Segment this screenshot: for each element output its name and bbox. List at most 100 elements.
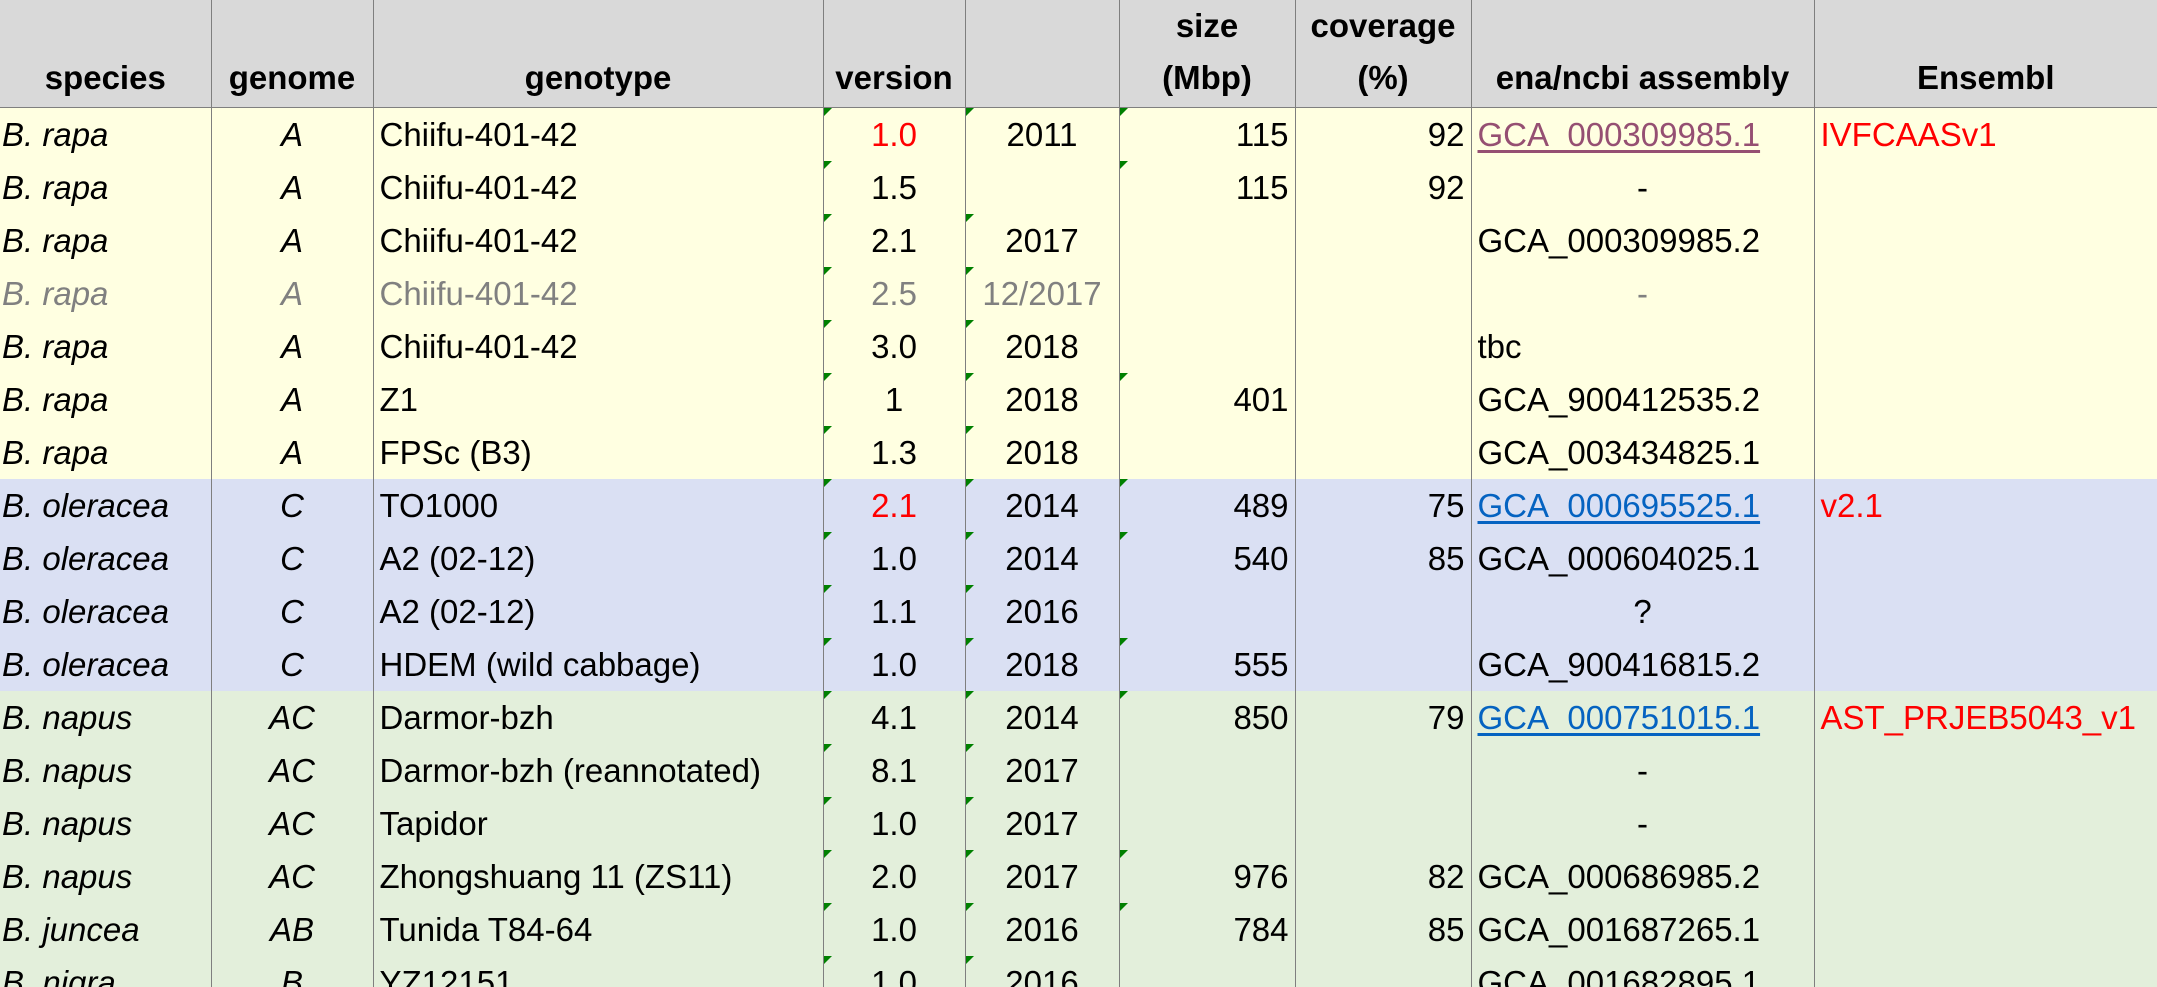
cell-assembly[interactable]: tbc bbox=[1470, 320, 1814, 373]
cell-year[interactable] bbox=[964, 161, 1119, 214]
cell-size[interactable] bbox=[1118, 797, 1295, 850]
cell-species[interactable]: B. rapa bbox=[0, 426, 211, 479]
cell-coverage[interactable] bbox=[1294, 797, 1471, 850]
cell-size[interactable]: 976 bbox=[1118, 850, 1295, 903]
cell-coverage[interactable] bbox=[1294, 373, 1471, 426]
cell-year[interactable]: 2016 bbox=[964, 956, 1119, 987]
cell-year[interactable]: 2017 bbox=[964, 744, 1119, 797]
cell-assembly[interactable]: GCA_001687265.1 bbox=[1470, 903, 1814, 956]
cell-genotype[interactable]: A2 (02-12) bbox=[372, 532, 823, 585]
cell-ensembl[interactable] bbox=[1813, 797, 2157, 850]
cell-version[interactable]: 1 bbox=[822, 373, 965, 426]
cell-year[interactable]: 2018 bbox=[964, 320, 1119, 373]
cell-year[interactable]: 2011 bbox=[964, 107, 1119, 161]
cell-version[interactable]: 4.1 bbox=[822, 691, 965, 744]
cell-size[interactable] bbox=[1118, 744, 1295, 797]
cell-size[interactable] bbox=[1118, 956, 1295, 987]
cell-coverage[interactable]: 75 bbox=[1294, 479, 1471, 532]
header-version[interactable]: version bbox=[822, 0, 965, 108]
cell-coverage[interactable] bbox=[1294, 426, 1471, 479]
cell-assembly[interactable]: ? bbox=[1470, 585, 1814, 638]
cell-species[interactable]: B. napus bbox=[0, 744, 211, 797]
cell-species[interactable]: B. napus bbox=[0, 797, 211, 850]
cell-genotype[interactable]: Darmor-bzh (reannotated) bbox=[372, 744, 823, 797]
cell-genome[interactable]: AC bbox=[210, 744, 373, 797]
cell-assembly[interactable]: GCA_900416815.2 bbox=[1470, 638, 1814, 691]
cell-genome[interactable]: AB bbox=[210, 903, 373, 956]
cell-assembly[interactable]: GCA_900412535.2 bbox=[1470, 373, 1814, 426]
cell-genotype[interactable]: Chiifu-401-42 bbox=[372, 214, 823, 267]
cell-size[interactable] bbox=[1118, 214, 1295, 267]
cell-species[interactable]: B. oleracea bbox=[0, 479, 211, 532]
cell-ensembl[interactable] bbox=[1813, 373, 2157, 426]
cell-coverage[interactable]: 79 bbox=[1294, 691, 1471, 744]
cell-version[interactable]: 1.0 bbox=[822, 903, 965, 956]
cell-genome[interactable]: A bbox=[210, 214, 373, 267]
cell-size[interactable] bbox=[1118, 267, 1295, 320]
cell-genome[interactable]: A bbox=[210, 426, 373, 479]
cell-ensembl[interactable] bbox=[1813, 956, 2157, 987]
cell-genotype[interactable]: YZ12151 bbox=[372, 956, 823, 987]
cell-genome[interactable]: A bbox=[210, 373, 373, 426]
cell-version[interactable]: 3.0 bbox=[822, 320, 965, 373]
cell-version[interactable]: 2.0 bbox=[822, 850, 965, 903]
cell-ensembl[interactable] bbox=[1813, 585, 2157, 638]
cell-genome[interactable]: B bbox=[210, 956, 373, 987]
header-ensembl[interactable]: Ensembl bbox=[1813, 0, 2157, 108]
cell-genotype[interactable]: Tunida T84-64 bbox=[372, 903, 823, 956]
cell-genome[interactable]: C bbox=[210, 638, 373, 691]
cell-year[interactable]: 2014 bbox=[964, 532, 1119, 585]
cell-size[interactable]: 489 bbox=[1118, 479, 1295, 532]
cell-version[interactable]: 1.3 bbox=[822, 426, 965, 479]
cell-species[interactable]: B. rapa bbox=[0, 161, 211, 214]
cell-genome[interactable]: C bbox=[210, 532, 373, 585]
cell-genome[interactable]: C bbox=[210, 585, 373, 638]
cell-genome[interactable]: AC bbox=[210, 797, 373, 850]
cell-assembly[interactable]: - bbox=[1470, 744, 1814, 797]
cell-genome[interactable]: C bbox=[210, 479, 373, 532]
assembly-link[interactable]: GCA_000309985.1 bbox=[1478, 116, 1761, 153]
cell-species[interactable]: B. rapa bbox=[0, 214, 211, 267]
cell-year[interactable]: 2016 bbox=[964, 585, 1119, 638]
cell-year[interactable]: 12/2017 bbox=[964, 267, 1119, 320]
cell-coverage[interactable]: 85 bbox=[1294, 532, 1471, 585]
cell-year[interactable]: 2018 bbox=[964, 373, 1119, 426]
cell-ensembl[interactable] bbox=[1813, 426, 2157, 479]
cell-coverage[interactable] bbox=[1294, 214, 1471, 267]
cell-genotype[interactable]: Chiifu-401-42 bbox=[372, 320, 823, 373]
cell-genome[interactable]: A bbox=[210, 267, 373, 320]
cell-genotype[interactable]: TO1000 bbox=[372, 479, 823, 532]
cell-species[interactable]: B. napus bbox=[0, 691, 211, 744]
cell-genome[interactable]: A bbox=[210, 107, 373, 161]
cell-species[interactable]: B. rapa bbox=[0, 373, 211, 426]
cell-ensembl[interactable] bbox=[1813, 320, 2157, 373]
header-year[interactable] bbox=[964, 0, 1119, 108]
cell-year[interactable]: 2014 bbox=[964, 479, 1119, 532]
cell-species[interactable]: B. rapa bbox=[0, 107, 211, 161]
cell-ensembl[interactable] bbox=[1813, 744, 2157, 797]
cell-ensembl[interactable] bbox=[1813, 161, 2157, 214]
cell-size[interactable]: 555 bbox=[1118, 638, 1295, 691]
cell-version[interactable]: 2.5 bbox=[822, 267, 965, 320]
cell-genotype[interactable]: Zhongshuang 11 (ZS11) bbox=[372, 850, 823, 903]
cell-species[interactable]: B. juncea bbox=[0, 903, 211, 956]
cell-version[interactable]: 1.1 bbox=[822, 585, 965, 638]
assembly-link[interactable]: GCA_000751015.1 bbox=[1478, 699, 1761, 736]
cell-coverage[interactable]: 92 bbox=[1294, 161, 1471, 214]
cell-assembly[interactable]: GCA_000604025.1 bbox=[1470, 532, 1814, 585]
cell-year[interactable]: 2017 bbox=[964, 850, 1119, 903]
cell-assembly[interactable]: - bbox=[1470, 161, 1814, 214]
cell-species[interactable]: B. nigra bbox=[0, 956, 211, 987]
cell-version[interactable]: 2.1 bbox=[822, 479, 965, 532]
cell-assembly[interactable]: GCA_000309985.1 bbox=[1470, 107, 1814, 161]
cell-assembly[interactable]: GCA_000751015.1 bbox=[1470, 691, 1814, 744]
cell-genome[interactable]: AC bbox=[210, 691, 373, 744]
cell-size[interactable]: 850 bbox=[1118, 691, 1295, 744]
cell-coverage[interactable] bbox=[1294, 320, 1471, 373]
cell-version[interactable]: 1.0 bbox=[822, 956, 965, 987]
header-assembly[interactable]: ena/ncbi assembly bbox=[1470, 0, 1814, 108]
cell-coverage[interactable]: 82 bbox=[1294, 850, 1471, 903]
cell-size[interactable] bbox=[1118, 585, 1295, 638]
header-species[interactable]: species bbox=[0, 0, 211, 108]
cell-year[interactable]: 2018 bbox=[964, 426, 1119, 479]
